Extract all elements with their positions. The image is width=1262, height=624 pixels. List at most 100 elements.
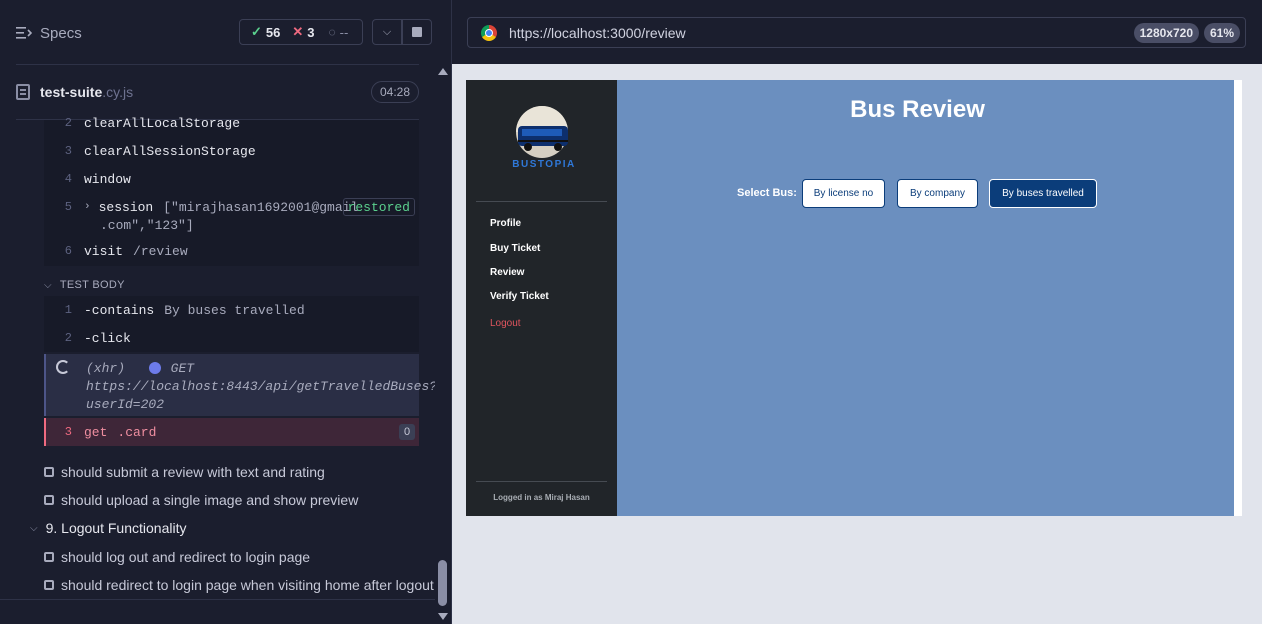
specs-list-icon	[16, 27, 32, 39]
viewport-size-badge[interactable]: 1280x720	[1133, 23, 1199, 43]
test-body-commands: 1 -contains By buses travelled 2 -click	[44, 296, 419, 352]
bustopia-logo: BUSTOPIA	[512, 106, 576, 170]
select-bus-label: Select Bus:	[737, 187, 797, 199]
test-item[interactable]: should redirect to login page when visit…	[44, 575, 434, 595]
test-stats: ✓ 56 ✕ 3 ◌ --	[239, 19, 363, 45]
nav-review[interactable]: Review	[490, 267, 524, 278]
test-body-toggle[interactable]: ⌵ TEST BODY	[44, 276, 125, 294]
app-sidebar: BUSTOPIA Profile Buy Ticket Review Verif…	[466, 80, 617, 516]
test-title: should log out and redirect to login pag…	[61, 549, 311, 565]
command-name: session	[98, 199, 154, 215]
chevron-down-icon: ⌵	[30, 522, 38, 534]
by-company-button[interactable]: By company	[897, 179, 978, 208]
spec-file-header[interactable]: test-suite .cy.js 04:28	[16, 78, 419, 106]
command-number: 1	[64, 303, 72, 317]
command-arg: By buses travelled	[164, 302, 305, 318]
command-number: 6	[64, 244, 72, 258]
by-license-button[interactable]: By license no	[802, 179, 885, 208]
app-preview-panel: https://localhost:3000/review 1280x720 6…	[452, 0, 1262, 624]
auto-scroll-button[interactable]: ⌵	[372, 19, 402, 45]
xhr-command-row[interactable]: (xhr) GET https://localhost:8443/api/get…	[44, 354, 437, 416]
command-row[interactable]: 2 -click	[44, 324, 419, 352]
command-row[interactable]: 2 clearAllLocalStorage	[44, 109, 419, 137]
reporter-panel: Specs ✓ 56 ✕ 3 ◌ -- ⌵ test-suite .cy.js …	[0, 0, 437, 624]
spec-file-name: test-suite	[40, 84, 103, 100]
failed-count: 3	[307, 24, 315, 40]
zoom-badge[interactable]: 61%	[1203, 23, 1240, 43]
command-row-session[interactable]: 5 › session ["mirajhasan1692001@gmail re…	[44, 193, 419, 221]
suite-title: 9. Logout Functionality	[45, 520, 187, 536]
divider	[16, 64, 419, 65]
stop-icon	[412, 27, 422, 37]
command-arg: /review	[133, 243, 188, 259]
xhr-url: https://localhost:8443/api/getTravelledB…	[86, 379, 438, 394]
nav-verify-ticket[interactable]: Verify Ticket	[490, 291, 549, 302]
command-name: window	[84, 171, 131, 187]
command-name: clearAllLocalStorage	[84, 115, 241, 131]
hook-commands: 2 clearAllLocalStorage 3 clearAllSession…	[44, 116, 419, 266]
command-name: -click	[84, 330, 131, 346]
specs-button[interactable]: Specs	[16, 22, 82, 44]
nav-buy-ticket[interactable]: Buy Ticket	[490, 243, 540, 254]
test-item[interactable]: should log out and redirect to login pag…	[44, 547, 310, 567]
command-number: 4	[64, 172, 72, 186]
nav-profile[interactable]: Profile	[490, 218, 521, 229]
pending-count: --	[339, 24, 349, 40]
url-bar[interactable]: https://localhost:3000/review 1280x720 6…	[467, 17, 1246, 48]
sidebar-divider	[476, 201, 607, 202]
command-number: 5	[64, 200, 72, 214]
command-name: clearAllSessionStorage	[84, 143, 256, 159]
scroll-up-icon[interactable]	[438, 68, 448, 75]
loading-spinner-icon	[56, 360, 70, 374]
test-item[interactable]: should upload a single image and show pr…	[44, 490, 358, 510]
pending-test-icon	[44, 467, 54, 477]
x-icon: ✕	[292, 24, 304, 39]
pending-test-icon	[44, 580, 54, 590]
check-icon: ✓	[251, 24, 262, 39]
xhr-url-continued: userId=202	[86, 397, 165, 412]
suite-item[interactable]: ⌵ 9. Logout Functionality	[30, 518, 186, 538]
xhr-method: GET	[170, 361, 195, 376]
by-buses-travelled-button[interactable]: By buses travelled	[989, 179, 1097, 208]
pending-icon: ◌	[328, 25, 336, 39]
xhr-label: (xhr)	[86, 361, 126, 376]
command-row[interactable]: 1 -contains By buses travelled	[44, 296, 419, 324]
pending-test-icon	[44, 552, 54, 562]
scroll-down-icon[interactable]	[438, 613, 448, 620]
svg-text:BUSTOPIA: BUSTOPIA	[512, 159, 576, 170]
divider	[0, 599, 435, 600]
test-title: should upload a single image and show pr…	[61, 492, 359, 508]
url-text: https://localhost:3000/review	[509, 24, 686, 41]
command-name: visit	[84, 243, 124, 259]
restored-badge: restored	[342, 198, 415, 216]
command-arg: .card	[117, 424, 157, 440]
test-body-label: TEST BODY	[59, 279, 125, 291]
scrollbar-thumb[interactable]	[438, 560, 447, 606]
pending-dot-icon	[148, 362, 161, 374]
document-icon	[16, 84, 30, 100]
reporter-header: Specs ✓ 56 ✕ 3 ◌ -- ⌵	[0, 0, 435, 64]
failed-command-row[interactable]: 3 get .card 0	[44, 418, 419, 446]
test-title: should redirect to login page when visit…	[61, 577, 434, 593]
stop-button[interactable]	[402, 19, 432, 45]
test-title: should submit a review with text and rat…	[61, 464, 325, 480]
command-row[interactable]: 4 window	[44, 165, 419, 193]
element-count-badge: 0	[399, 424, 415, 440]
url-header: https://localhost:3000/review 1280x720 6…	[452, 0, 1262, 64]
command-number: 3	[64, 144, 72, 158]
spec-file-ext: .cy.js	[102, 84, 134, 100]
sidebar-divider	[476, 481, 607, 482]
command-row[interactable]: 3 clearAllSessionStorage	[44, 137, 419, 165]
page-title: Bus Review	[850, 96, 985, 123]
pending-test-icon	[44, 495, 54, 505]
reporter-scrollbar[interactable]	[435, 64, 451, 624]
command-name: -contains	[84, 302, 155, 318]
command-number: 3	[64, 425, 72, 439]
command-number: 2	[64, 116, 72, 130]
app-main: Bus Review Select Bus: By license no By …	[617, 80, 1234, 516]
logout-link[interactable]: Logout	[490, 318, 521, 329]
test-item[interactable]: should submit a review with text and rat…	[44, 462, 325, 482]
command-arg: ["mirajhasan1692001@gmail	[163, 199, 359, 215]
chevron-down-icon: ⌵	[382, 25, 392, 38]
command-row[interactable]: 6 visit /review	[44, 237, 419, 265]
